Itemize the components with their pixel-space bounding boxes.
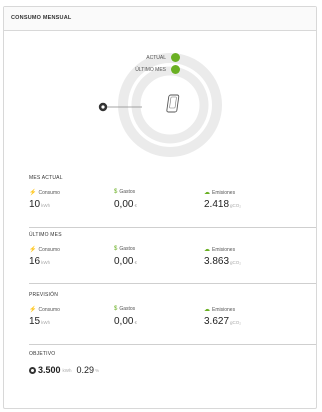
- cloud-icon: ☁: [204, 247, 210, 253]
- coins-icon: $: [114, 306, 118, 312]
- target-icon: [98, 102, 108, 112]
- objective-value: 3.500: [38, 365, 61, 375]
- forecast-emisiones-label: ☁ Emisiones: [204, 306, 236, 314]
- current-consumo-value: 10kWh: [29, 199, 50, 210]
- consumption-gauge: ACTUAL ÚLTIMO MES: [4, 31, 316, 163]
- last-consumo-label: ⚡ Consumo: [29, 246, 60, 254]
- legend-last-month-label: ÚLTIMO MES: [135, 66, 166, 73]
- last-emisiones-number: 3.863: [204, 256, 230, 267]
- current-emisiones-number: 2.418: [204, 199, 230, 210]
- coins-icon: $: [114, 246, 118, 252]
- cloud-icon: ☁: [204, 307, 210, 313]
- current-emisiones-unit: gCO₂: [230, 203, 242, 208]
- divider: [29, 227, 316, 228]
- objective-unit: kWh: [62, 367, 72, 373]
- bolt-icon: ⚡: [29, 307, 37, 313]
- forecast-emisiones-text: Emisiones: [212, 306, 236, 313]
- forecast-consumo-unit: kWh: [41, 320, 51, 325]
- legend-actual: ACTUAL: [146, 53, 180, 62]
- section-title-forecast: PREVISIÓN: [29, 292, 59, 298]
- forecast-gastos-text: Gastos: [119, 306, 136, 312]
- current-emisiones-text: Emisiones: [212, 189, 236, 196]
- section-title-last-month: ÚLTIMO MES: [29, 232, 62, 238]
- phone-icon: [166, 94, 180, 113]
- section-title-objective: OBJETIVO: [29, 351, 56, 357]
- last-gastos-label: $ Gastos: [114, 246, 135, 252]
- last-gastos-text: Gastos: [119, 246, 136, 252]
- legend-last-month-dot: [171, 65, 180, 74]
- objective-percent: 0.29: [76, 365, 95, 375]
- cloud-icon: ☁: [204, 190, 210, 196]
- last-consumo-number: 16: [29, 256, 41, 267]
- last-gastos-unit: €: [134, 260, 137, 265]
- current-consumo-number: 10: [29, 199, 41, 210]
- forecast-consumo-value: 15kWh: [29, 316, 50, 327]
- last-emisiones-label: ☁ Emisiones: [204, 246, 236, 254]
- forecast-emisiones-number: 3.627: [204, 316, 230, 327]
- objective-row: 3.500 kWh 0.29 %: [29, 365, 99, 375]
- current-gastos-label: $ Gastos: [114, 189, 135, 195]
- legend-last-month: ÚLTIMO MES: [135, 65, 180, 74]
- monthly-consumption-card: CONSUMO MENSUAL ACTUAL ÚLTIMO MES MES AC…: [3, 6, 317, 409]
- forecast-gastos-unit: €: [134, 320, 137, 325]
- current-gastos-value: 0,00€: [114, 199, 137, 210]
- last-gastos-number: 0,00: [114, 256, 134, 267]
- forecast-gastos-number: 0,00: [114, 316, 134, 327]
- divider: [29, 283, 316, 284]
- forecast-emisiones-value: 3.627gCO₂: [204, 316, 241, 327]
- last-gastos-value: 0,00€: [114, 256, 137, 267]
- forecast-gastos-label: $ Gastos: [114, 306, 135, 312]
- current-consumo-label: ⚡ Consumo: [29, 189, 60, 197]
- legend-actual-dot: [171, 53, 180, 62]
- current-gastos-number: 0,00: [114, 199, 134, 210]
- last-consumo-text: Consumo: [38, 246, 60, 253]
- coins-icon: $: [114, 189, 118, 195]
- gauge-svg: [98, 53, 222, 157]
- last-emisiones-text: Emisiones: [212, 246, 236, 253]
- last-emisiones-value: 3.863gCO₂: [204, 256, 241, 267]
- forecast-emisiones-unit: gCO₂: [230, 320, 242, 325]
- bolt-icon: ⚡: [29, 190, 37, 196]
- last-emisiones-unit: gCO₂: [230, 260, 242, 265]
- objective-percent-unit: %: [95, 367, 100, 373]
- current-emisiones-value: 2.418gCO₂: [204, 199, 241, 210]
- forecast-gastos-value: 0,00€: [114, 316, 137, 327]
- forecast-consumo-number: 15: [29, 316, 41, 327]
- current-gastos-text: Gastos: [119, 189, 136, 195]
- current-gastos-unit: €: [134, 203, 137, 208]
- card-title: CONSUMO MENSUAL: [4, 7, 316, 31]
- section-title-current: MES ACTUAL: [29, 175, 63, 181]
- bolt-icon: ⚡: [29, 247, 37, 253]
- last-consumo-unit: kWh: [41, 260, 51, 265]
- legend-actual-label: ACTUAL: [146, 54, 166, 61]
- divider: [29, 344, 316, 345]
- forecast-consumo-text: Consumo: [38, 306, 60, 313]
- target-icon: [29, 366, 36, 374]
- current-emisiones-label: ☁ Emisiones: [204, 189, 236, 197]
- current-consumo-text: Consumo: [38, 189, 60, 196]
- current-consumo-unit: kWh: [41, 203, 51, 208]
- last-consumo-value: 16kWh: [29, 256, 50, 267]
- forecast-consumo-label: ⚡ Consumo: [29, 306, 60, 314]
